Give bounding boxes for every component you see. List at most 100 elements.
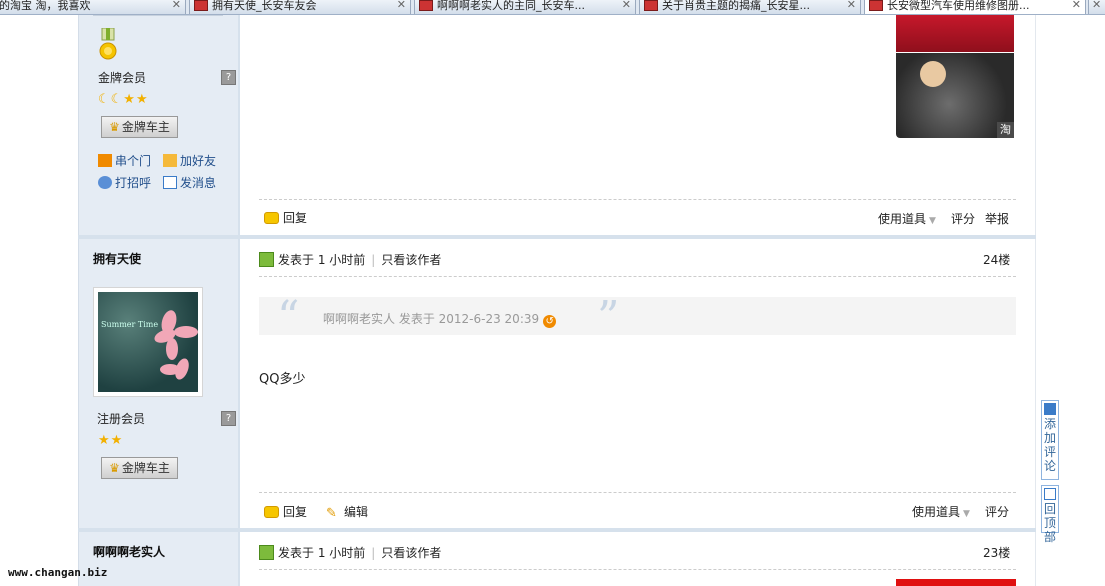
browser-tab[interactable]: 啊啊啊老实人的主同_长安车... ✕: [414, 0, 636, 14]
quote-block: “ 啊啊啊老实人 发表于 2012-6-23 20:39 ↺ ”: [259, 293, 1016, 343]
quote-author: 啊啊啊老实人 发表于 2012-6-23 20:39: [323, 312, 540, 326]
floor-number[interactable]: 23楼: [983, 544, 1010, 561]
divider: [259, 569, 1016, 570]
gold-owner-badge[interactable]: ♛ 金牌车主: [101, 116, 178, 138]
only-author-link[interactable]: 只看该作者: [381, 546, 441, 560]
tab-label: 长安微型汽车使用维修图册...: [887, 0, 1030, 12]
browser-tab[interactable]: 关于肖贵主题的揭痛_长安星... ✕: [639, 0, 861, 14]
close-quote-icon: ”: [597, 292, 620, 343]
avatar-caption: Summer Time: [101, 320, 159, 329]
add-friend-link[interactable]: 加好友: [163, 152, 216, 169]
site-watermark: www.changan.biz: [8, 566, 108, 579]
post-image[interactable]: 淘: [896, 53, 1014, 138]
post-image[interactable]: [896, 579, 1016, 586]
tab-label: 的淘宝 淘，我喜欢: [0, 0, 91, 12]
use-tools-dropdown[interactable]: 使用道具 ▼: [878, 210, 936, 227]
edit-button[interactable]: ✎ 编辑: [326, 503, 368, 520]
use-tools-dropdown[interactable]: 使用道具 ▼: [912, 503, 970, 520]
tab-favicon-icon: [194, 0, 208, 11]
trophy-icon: ♛: [109, 120, 120, 134]
separator: |: [371, 253, 376, 267]
page-left-margin: [0, 15, 78, 586]
send-message-link[interactable]: 发消息: [163, 174, 216, 191]
greet-label: 打招呼: [115, 176, 152, 190]
gold-owner-badge[interactable]: ♛ 金牌车主: [101, 457, 178, 479]
rank-help-icon[interactable]: ?: [221, 411, 236, 426]
flower-petal: [174, 326, 198, 338]
online-status-icon: [259, 252, 274, 267]
taobao-badge[interactable]: 淘: [997, 122, 1014, 138]
dropdown-caret-icon: ▼: [929, 216, 936, 226]
browser-tab-active[interactable]: 长安微型汽车使用维修图册... ✕: [864, 0, 1086, 14]
comment-icon: [1044, 403, 1056, 415]
tab-favicon-icon: [644, 0, 658, 11]
post-meta: 发表于 1 小时前 | 只看该作者: [259, 251, 441, 268]
report-link[interactable]: 举报: [985, 210, 1009, 227]
new-tab-button[interactable]: ✕: [1088, 0, 1105, 14]
post-time: 发表于 1 小时前: [278, 546, 366, 560]
rate-link[interactable]: 评分: [985, 503, 1009, 520]
rank-help-icon[interactable]: ?: [221, 70, 236, 85]
badge-label: 金牌车主: [121, 120, 170, 134]
add-comment-button[interactable]: 添加评论: [1041, 400, 1059, 480]
floor-number[interactable]: 24楼: [983, 251, 1010, 268]
pencil-icon: ✎: [326, 506, 337, 521]
chat-icon: [98, 176, 112, 189]
rank-stars: ★★: [98, 433, 124, 448]
member-rank: 注册会员: [97, 412, 146, 426]
tab-close-icon[interactable]: ✕: [397, 0, 406, 11]
visit-label: 串个门: [115, 154, 152, 168]
back-to-top-label: 回顶部: [1043, 502, 1056, 544]
tab-favicon-icon: [869, 0, 883, 11]
message-label: 发消息: [180, 176, 217, 190]
divider: [259, 492, 1016, 493]
tab-close-icon[interactable]: ✕: [172, 0, 181, 11]
tab-close-icon[interactable]: ✕: [1072, 0, 1081, 11]
post-author-name[interactable]: 拥有天使: [93, 250, 141, 267]
browser-tab-bar: 的淘宝 淘，我喜欢 ✕ 拥有天使_长安车友会 ✕ 啊啊啊老实人的主同_长安车..…: [0, 0, 1105, 15]
back-to-top-button[interactable]: 回顶部: [1041, 485, 1059, 544]
tab-label: 关于肖贵主题的揭痛_长安星...: [662, 0, 810, 12]
trophy-icon: ♛: [109, 461, 120, 475]
handshake-icon: [163, 154, 177, 167]
rank-stars: ☾☾★★: [98, 92, 149, 107]
edit-label: 编辑: [344, 505, 369, 519]
tab-label: 拥有天使_长安车友会: [212, 0, 317, 12]
reply-label: 回复: [283, 505, 308, 519]
open-quote-icon: “: [277, 292, 300, 343]
browser-tab[interactable]: 的淘宝 淘，我喜欢 ✕: [0, 0, 186, 14]
tab-overflow-icon: ✕: [1092, 0, 1102, 11]
dropdown-caret-icon: ▼: [963, 509, 970, 519]
medal-icon: [99, 28, 117, 60]
tab-close-icon[interactable]: ✕: [622, 0, 631, 11]
tools-label: 使用道具: [912, 505, 961, 519]
post-separator: [78, 528, 1036, 532]
image-subject: [920, 61, 946, 87]
tab-close-icon[interactable]: ✕: [847, 0, 856, 11]
divider: [259, 199, 1016, 200]
post-separator: [78, 235, 1036, 239]
member-rank: 金牌会员: [98, 71, 147, 85]
visit-link[interactable]: 串个门: [98, 152, 151, 169]
add-friend-label: 加好友: [180, 154, 217, 168]
avatar[interactable]: Summer Time: [93, 287, 203, 397]
only-author-link[interactable]: 只看该作者: [381, 253, 441, 267]
online-status-icon: [259, 545, 274, 560]
flower-petal: [160, 364, 180, 375]
post-author-name[interactable]: 啊啊啊老实人: [93, 543, 165, 560]
quote-meta: 啊啊啊老实人 发表于 2012-6-23 20:39 ↺: [323, 310, 557, 328]
flower-petal: [166, 338, 178, 360]
greet-link[interactable]: 打招呼: [98, 174, 151, 191]
rate-link[interactable]: 评分: [951, 210, 975, 227]
post-image[interactable]: [896, 15, 1014, 52]
post-message: QQ多少: [259, 372, 306, 387]
reply-button[interactable]: 回复: [264, 503, 307, 520]
add-comment-label: 添加评论: [1043, 417, 1056, 473]
reply-button[interactable]: 回复: [264, 209, 307, 226]
jump-to-quote-icon[interactable]: ↺: [543, 315, 557, 328]
badge-label: 金牌车主: [121, 461, 170, 475]
reply-label: 回复: [283, 211, 308, 225]
separator: |: [371, 546, 376, 560]
sidebar-divider: [93, 15, 223, 17]
browser-tab[interactable]: 拥有天使_长安车友会 ✕: [189, 0, 411, 14]
